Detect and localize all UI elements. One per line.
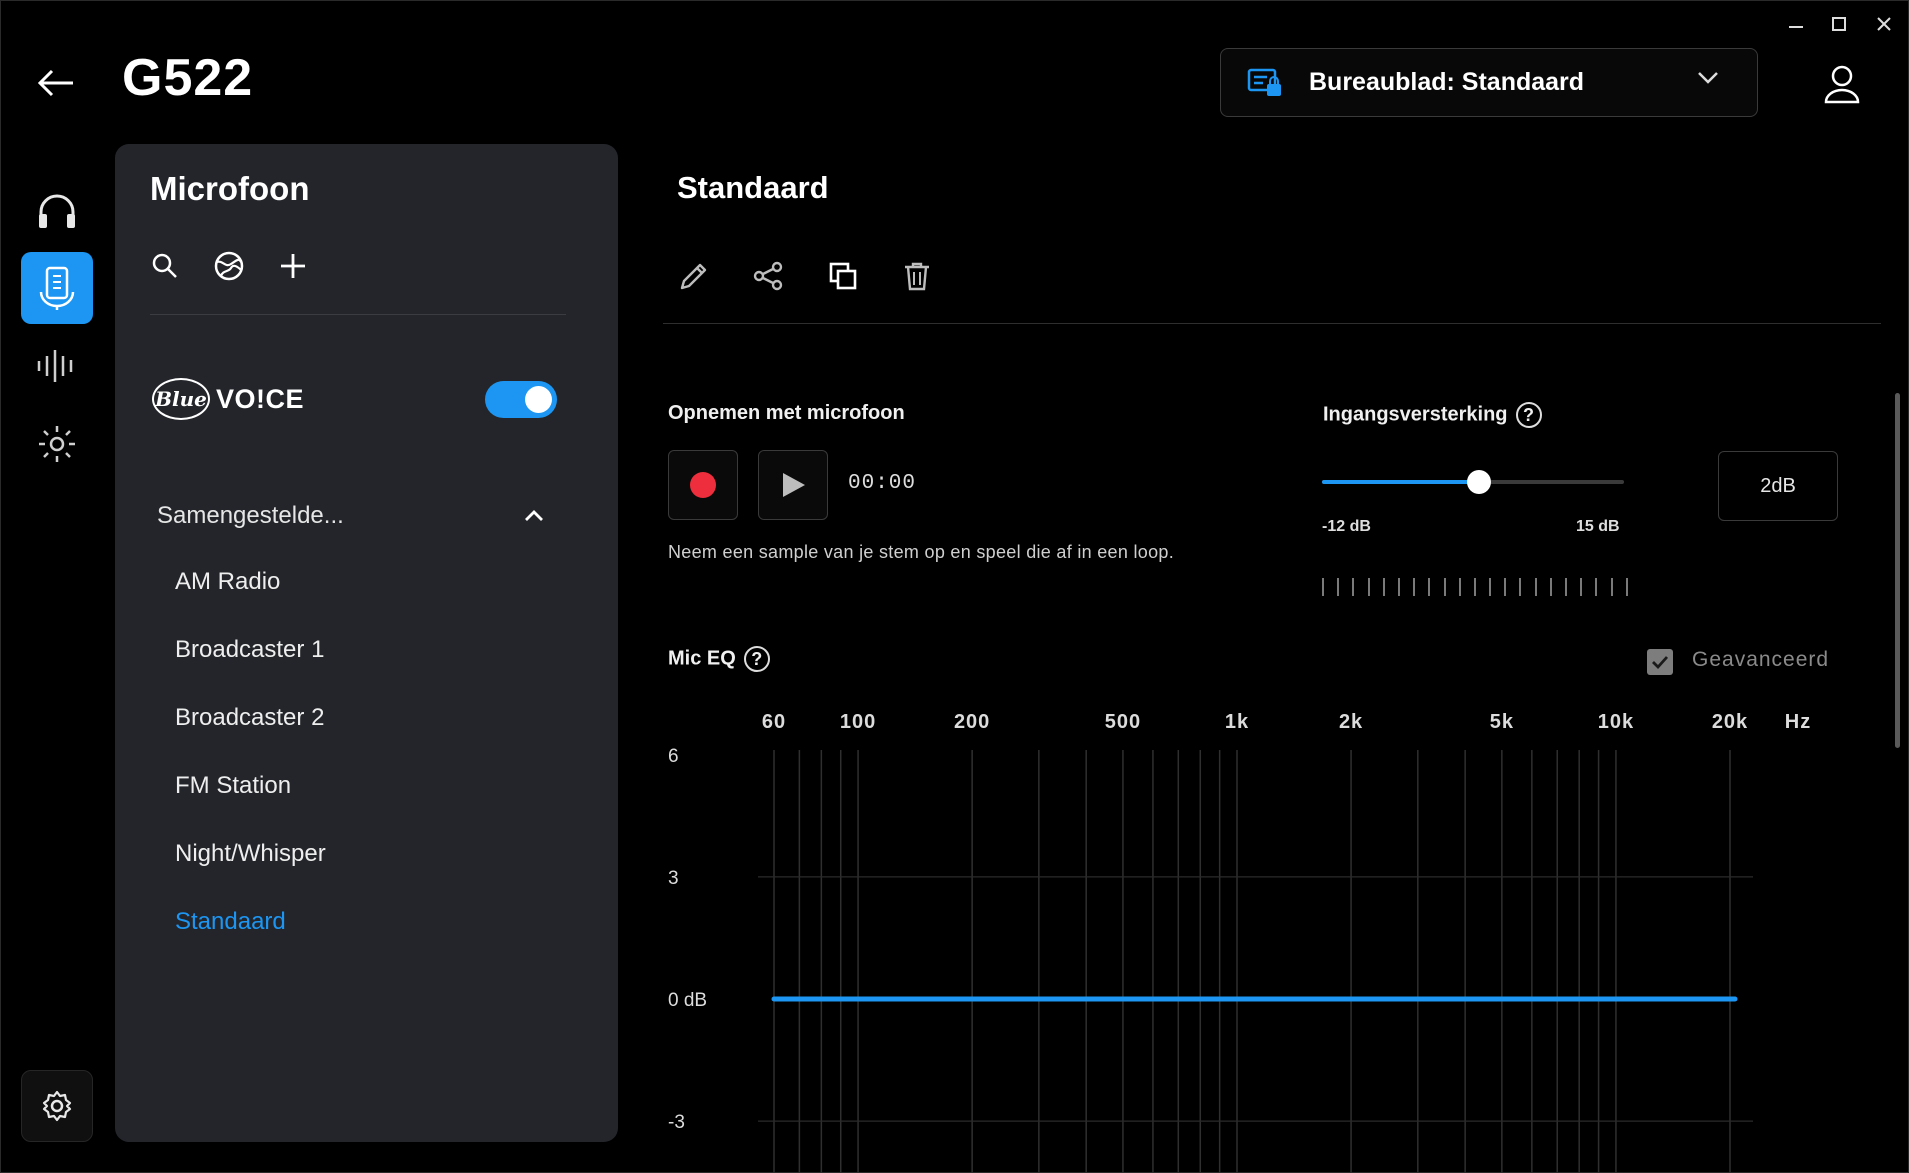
eq-freq-label: 10k xyxy=(1598,711,1634,733)
eq-freq-label: 200 xyxy=(954,711,990,733)
eq-freq-label: Hz xyxy=(1785,711,1811,733)
eq-freq-label: 2k xyxy=(1339,711,1363,733)
eq-freq-label: 5k xyxy=(1490,711,1514,733)
eq-freq-label: 60 xyxy=(762,711,786,733)
eq-db-label: 0 dB xyxy=(668,990,707,1011)
eq-graph[interactable]: 60 100 200 500 1k 2k 5k 10k 20k Hz 6 3 0 dB -3 xyxy=(0,0,1909,1173)
eq-freq-label: 1k xyxy=(1225,711,1249,733)
eq-freq-label: 20k xyxy=(1712,711,1748,733)
eq-db-label: -3 xyxy=(668,1112,685,1133)
eq-db-label: 3 xyxy=(668,868,679,889)
eq-freq-label: 100 xyxy=(840,711,876,733)
eq-freq-label: 500 xyxy=(1105,711,1141,733)
scrollbar[interactable] xyxy=(1895,393,1900,748)
eq-db-label: 6 xyxy=(668,746,679,767)
